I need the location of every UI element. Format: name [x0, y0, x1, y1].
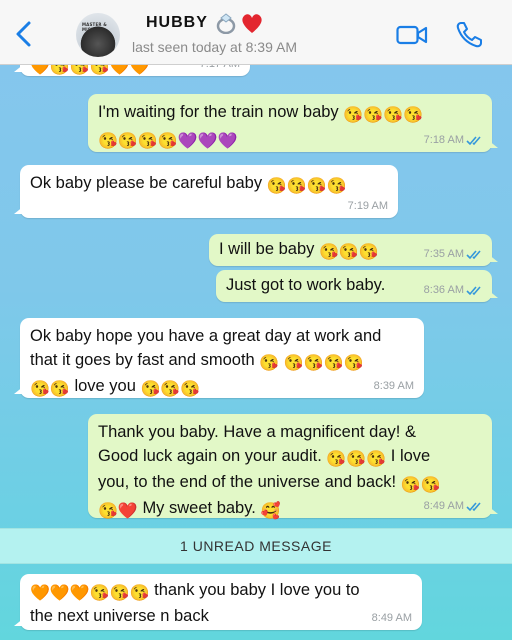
message-emojis: 😘😘😘 — [140, 381, 201, 398]
message-emojis: 😘😘 — [30, 381, 70, 398]
video-call-icon[interactable] — [396, 25, 428, 45]
message-emojis: 😘 😘😘😘😘 — [259, 355, 364, 372]
message-text: thank you baby I love you to — [154, 581, 360, 599]
contact-name[interactable]: HUBBY — [146, 14, 208, 32]
message-text: you, to the end of the universe and back… — [98, 473, 397, 491]
message-time: 7:35 AM — [423, 248, 464, 260]
unread-divider: 1 UNREAD MESSAGE — [0, 528, 512, 564]
message-text: Ok baby please be careful baby — [30, 174, 263, 192]
message-time: 8:49 AM — [423, 500, 464, 512]
message-bubble-incoming[interactable]: 🧡🧡🧡😘😘😘 thank you baby I love you to the … — [14, 574, 422, 630]
message-emojis: 😘😘😘😘 — [343, 107, 423, 124]
last-seen-status: last seen today at 8:39 AM — [132, 39, 297, 55]
read-receipt-icon — [466, 250, 481, 260]
message-text: I love — [390, 447, 431, 465]
message-bubble-outgoing[interactable]: Just got to work baby. 8:36 AM — [216, 270, 498, 302]
chat-header: MASTER & MISS HUBBY last seen today at 8… — [0, 0, 512, 65]
read-receipt-icon — [466, 502, 481, 512]
heart-emoji-icon — [242, 14, 262, 33]
message-bubble-outgoing[interactable]: Thank you baby. Have a magnificent day! … — [88, 414, 498, 520]
message-emojis: 😘😘😘 — [326, 451, 387, 468]
message-emojis: 🧡🧡🧡😘😘😘 — [30, 585, 150, 602]
message-emojis: 😘😘😘😘 — [266, 178, 347, 195]
message-time: 7:18 AM — [423, 134, 464, 146]
message-text: love you — [74, 377, 136, 395]
message-emojis: 😘😘 — [400, 477, 441, 494]
message-bubble-outgoing[interactable]: I'm waiting for the train now baby 😘😘😘😘 … — [88, 94, 498, 152]
message-text: Ok baby hope you have a great day at wor… — [30, 327, 382, 345]
message-emojis: 😘😘😘 — [318, 244, 379, 261]
phone-icon[interactable] — [454, 20, 484, 50]
back-chevron-icon[interactable] — [12, 20, 36, 48]
message-text: Thank you baby. Have a magnificent day! … — [98, 423, 416, 441]
avatar[interactable]: MASTER & MISS — [76, 13, 120, 57]
message-text: I will be baby — [219, 240, 315, 258]
message-bubble-incoming[interactable]: Ok baby hope you have a great day at wor… — [14, 318, 424, 398]
message-time: 8:39 AM — [373, 380, 414, 392]
avatar-caption: MASTER & MISS — [82, 22, 107, 32]
message-emojis: 😘😘😘😘💜💜💜 — [98, 133, 238, 150]
message-time: 8:49 AM — [371, 612, 412, 624]
message-text: I'm waiting for the train now baby — [98, 103, 339, 121]
message-bubble-outgoing[interactable]: I will be baby 😘😘😘 7:35 AM — [209, 234, 498, 266]
message-text: that it goes by fast and smooth — [30, 351, 255, 369]
message-text: Just got to work baby. — [226, 276, 386, 294]
message-time: 8:36 AM — [423, 284, 464, 296]
read-receipt-icon — [466, 286, 481, 296]
message-bubble-incoming[interactable]: Ok baby please be careful baby 😘😘😘😘 7:19… — [14, 165, 398, 218]
message-emojis: 🥰 — [260, 503, 281, 520]
message-text: My sweet baby. — [142, 499, 256, 517]
message-text: the next universe n back — [30, 607, 209, 625]
message-time: 7:19 AM — [347, 200, 388, 212]
read-receipt-icon — [466, 136, 481, 146]
message-emojis: 😘❤️ — [98, 503, 138, 520]
ring-emoji-icon — [216, 13, 236, 34]
message-text: Good luck again on your audit. — [98, 447, 322, 465]
